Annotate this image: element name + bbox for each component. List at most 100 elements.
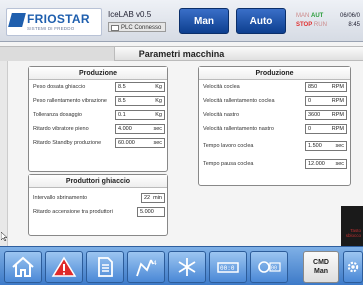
param-label: Velocità nastro [203, 112, 240, 118]
param-label: Ritardo vibratore pieno [33, 126, 89, 132]
ritardo-accensione-field[interactable]: 5.000 [137, 207, 165, 217]
produzione-panel: Produzione Peso dosata ghiaccio 8.5 Kg Pe… [28, 66, 168, 172]
param-label: Ritardo accensione tra produttori [33, 209, 113, 215]
param-row: Ritardo accensione tra produttori 5.000 [29, 205, 167, 219]
field-value: 22 [144, 195, 151, 201]
field-unit: RPM [331, 126, 344, 132]
svg-text:4: 4 [153, 260, 157, 267]
field-value: 1.500 [308, 143, 322, 149]
home-icon [12, 256, 34, 277]
intervallo-sbrinamento-field[interactable]: 22 min [141, 193, 165, 203]
velocita-rallentamento-coclea-field[interactable]: 0 RPM [305, 96, 347, 106]
snowflake-button[interactable] [168, 251, 206, 283]
param-label: Tempo pausa coclea [203, 161, 254, 167]
param-row: Ritardo vibratore pieno 4.000 sec [29, 122, 167, 136]
param-row: Tolleranza dosaggio 0.1 Kg [29, 108, 167, 122]
param-row: Peso rallentamento vibrazione 8.5 Kg [29, 94, 167, 108]
tempo-pausa-coclea-field[interactable]: 12.000 sec [305, 159, 347, 169]
svg-text:00: 00 [271, 266, 277, 272]
side-text: Tasto sblocco [345, 228, 361, 238]
side-panel-dark [341, 206, 363, 246]
logo-subtext: SISTEMI DI FREDDO [27, 26, 75, 31]
field-value: 0 [308, 98, 312, 104]
tolleranza-field[interactable]: 0.1 Kg [115, 110, 165, 120]
velocita-nastro-field[interactable]: 3600 RPM [305, 110, 347, 120]
field-value: 60.000 [118, 140, 135, 146]
clock: 06/06/0 8:45 [340, 12, 360, 30]
param-label: Velocità coclea [203, 84, 240, 90]
top-bar: FRIOSTAR SISTEMI DI FREDDO IceLAB v0.5 P… [0, 0, 363, 42]
peso-rallentamento-field[interactable]: 8.5 Kg [115, 96, 165, 106]
field-value: 0 [308, 126, 312, 132]
param-row: Peso dosata ghiaccio 8.5 Kg [29, 80, 167, 94]
field-value: 3600 [308, 112, 321, 118]
field-unit: sec [335, 161, 344, 167]
ritardo-vibratore-field[interactable]: 4.000 sec [115, 124, 165, 134]
status-stop: STOP [296, 22, 313, 28]
date-text: 06/06/0 [340, 13, 361, 19]
panel-title: Produttori ghiaccio [29, 175, 167, 188]
cmd-man-button[interactable]: CMD Man [303, 251, 339, 283]
document-icon [98, 257, 113, 277]
app-version: IceLAB v0.5 [108, 10, 152, 19]
ritardo-standby-field[interactable]: 60.000 sec [115, 138, 165, 148]
field-value: 0.1 [118, 112, 126, 118]
param-label: Peso rallentamento vibrazione [33, 98, 107, 104]
timer-button[interactable]: 00:0 [209, 251, 247, 283]
param-row: Intervallo sbrinamento 22 min [29, 191, 167, 205]
bottom-toolbar: 4 00:0 00 CMD Man [0, 246, 363, 285]
plc-status-badge: PLC Connesso [108, 22, 167, 32]
status-run: RUN [313, 22, 327, 28]
produzione-right-panel: Produzione Velocità coclea 850 RPM Veloci… [198, 66, 351, 186]
panel-title: Produzione [199, 67, 350, 80]
param-row: Tempo pausa coclea 12.000 sec [199, 157, 350, 171]
field-unit: Kg [155, 98, 162, 104]
document-button[interactable] [86, 251, 124, 283]
field-value: 5.000 [140, 209, 154, 215]
param-row: Velocità rallentamento coclea 0 RPM [199, 94, 350, 108]
param-label: Tolleranza dosaggio [33, 112, 82, 118]
param-label: Velocità rallentamento coclea [203, 98, 275, 104]
temperature-icon: 00 [258, 261, 281, 273]
machine-status: MAN AUT STOP RUN [296, 12, 327, 30]
param-label: Ritardo Standby produzione [33, 140, 102, 146]
velocita-rallentamento-nastro-field[interactable]: 0 RPM [305, 124, 347, 134]
field-unit: Kg [155, 112, 162, 118]
panel-title: Produzione [29, 67, 167, 80]
time-text: 8:45 [348, 22, 361, 28]
alarm-button[interactable] [45, 251, 83, 283]
svg-text:00:0: 00:0 [220, 265, 235, 272]
field-unit: sec [153, 126, 162, 132]
tempo-lavoro-coclea-field[interactable]: 1.500 sec [305, 141, 347, 151]
auto-button[interactable]: Auto [236, 8, 286, 34]
field-value: 8.5 [118, 84, 126, 90]
temperature-button[interactable]: 00 [250, 251, 288, 283]
velocita-coclea-field[interactable]: 850 RPM [305, 82, 347, 92]
peso-dosata-field[interactable]: 8.5 Kg [115, 82, 165, 92]
machine-button[interactable]: 4 [127, 251, 165, 283]
param-label: Tempo lavoro coclea [203, 143, 254, 149]
param-row: Ritardo Standby produzione 60.000 sec [29, 136, 167, 150]
settings-button[interactable] [343, 251, 363, 283]
param-label: Intervallo sbrinamento [33, 195, 88, 201]
friostar-logo: FRIOSTAR SISTEMI DI FREDDO [6, 8, 102, 36]
field-unit: RPM [331, 98, 344, 104]
field-value: 850 [308, 84, 318, 90]
param-row: Velocità nastro 3600 RPM [199, 108, 350, 122]
field-value: 4.000 [118, 126, 132, 132]
page-title: Parametri macchina [138, 49, 225, 59]
param-label: Velocità rallentamento nastro [203, 126, 274, 132]
status-aut: AUT [311, 13, 324, 19]
alarm-icon [51, 256, 77, 277]
left-strip [0, 61, 8, 246]
param-row: Velocità coclea 850 RPM [199, 80, 350, 94]
logo-mark-icon [8, 13, 26, 27]
field-value: 12.000 [308, 161, 325, 167]
timer-icon: 00:0 [217, 262, 239, 273]
machine-icon: 4 [136, 259, 157, 277]
produttori-panel: Produttori ghiaccio Intervallo sbrinamen… [28, 174, 168, 236]
home-button[interactable] [4, 251, 42, 283]
field-unit: min [153, 195, 162, 201]
field-unit: sec [153, 140, 162, 146]
man-button[interactable]: Man [179, 8, 229, 34]
